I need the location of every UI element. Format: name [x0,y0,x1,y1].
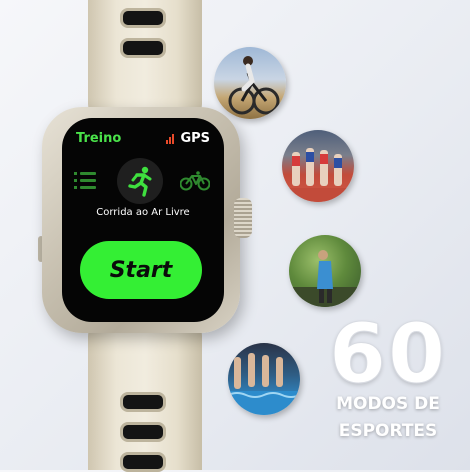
watch-strap-bottom [88,318,202,472]
promo-number: 60 [328,307,448,402]
strap-hole [120,392,166,412]
watch-strap-top [88,0,202,122]
cycling-photo [214,47,286,119]
gps-label: GPS [180,131,210,146]
watch-screen: Treino GPS Corrida ao Ar Livre Start [62,118,224,322]
start-button[interactable]: Start [80,241,202,299]
cycling-icon[interactable] [179,171,211,195]
strap-hole [120,422,166,442]
workout-title: Treino [76,131,122,146]
promo-line-2: ESPORTES [338,421,438,441]
promo-line-1: MODOS DE [336,394,440,414]
swimming-photo [228,343,300,415]
list-icon[interactable] [74,170,96,194]
strap-hole [120,452,166,472]
running-icon[interactable] [117,158,163,204]
signal-icon [166,133,175,144]
strap-hole [120,8,166,28]
product-image: Treino GPS Corrida ao Ar Livre Start 60 … [0,0,470,472]
selected-mode-label: Corrida ao Ar Livre [96,207,190,218]
gps-status: GPS [166,131,210,146]
strap-hole [120,38,166,58]
running-photo [282,130,354,202]
watch-crown [234,198,252,238]
hiking-photo [289,235,361,307]
